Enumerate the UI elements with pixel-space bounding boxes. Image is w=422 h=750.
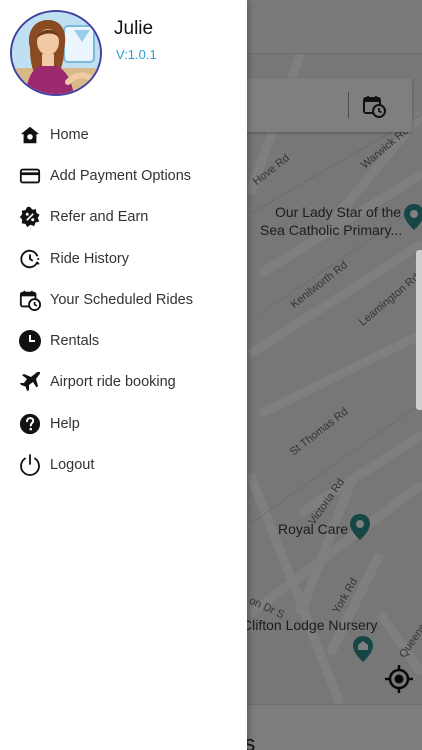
menu-item-add-payment[interactable]: Add Payment Options <box>0 155 247 196</box>
navigation-drawer: Julie V:1.0.1 Home Add Payment Options R… <box>0 0 247 750</box>
menu-item-rentals[interactable]: Rentals <box>0 320 247 361</box>
credit-card-icon <box>18 164 42 188</box>
menu-item-refer-earn[interactable]: Refer and Earn <box>0 197 247 238</box>
menu-item-label: Help <box>50 415 80 432</box>
drawer-menu: Home Add Payment Options Refer and Earn … <box>0 114 247 486</box>
user-avatar-illustration <box>12 12 100 94</box>
help-icon <box>18 412 42 436</box>
menu-item-label: Add Payment Options <box>50 167 192 184</box>
menu-item-label: Refer and Earn <box>50 209 149 226</box>
clock-icon <box>18 329 42 353</box>
power-icon <box>18 453 42 477</box>
menu-item-scheduled-rides[interactable]: Your Scheduled Rides <box>0 279 247 320</box>
menu-item-home[interactable]: Home <box>0 114 247 155</box>
home-icon <box>18 123 42 147</box>
menu-item-help[interactable]: Help <box>0 403 247 444</box>
menu-item-label: Home <box>50 126 89 143</box>
app-version: V:1.0.1 <box>116 47 157 62</box>
menu-item-label: Rentals <box>50 333 100 350</box>
airplane-icon <box>18 370 42 394</box>
menu-item-label: Your Scheduled Rides <box>50 291 193 308</box>
calendar-clock-icon <box>18 288 42 312</box>
discount-badge-icon <box>18 205 42 229</box>
user-name: Julie <box>114 18 154 39</box>
clock-history-icon <box>18 247 42 271</box>
menu-item-label: Ride History <box>50 250 129 267</box>
menu-item-logout[interactable]: Logout <box>0 444 247 485</box>
menu-item-airport-booking[interactable]: Airport ride booking <box>0 362 247 403</box>
menu-item-label: Airport ride booking <box>50 374 176 391</box>
scroll-edge-handle <box>416 250 422 410</box>
menu-item-label: Logout <box>50 457 95 474</box>
avatar[interactable] <box>10 10 102 96</box>
menu-item-ride-history[interactable]: Ride History <box>0 238 247 279</box>
